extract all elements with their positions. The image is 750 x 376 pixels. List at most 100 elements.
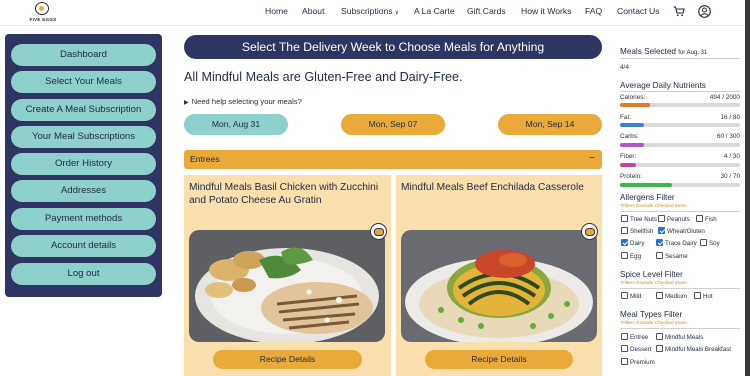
filter-checkbox-premium[interactable]: Premium [621, 358, 655, 366]
filter-checkbox-label: Hot [703, 293, 713, 300]
nutrient-progress-bar [620, 123, 740, 127]
nutrient-progress-fill [620, 103, 650, 107]
nav-home[interactable]: Home [265, 6, 288, 16]
week-button-aug-31[interactable]: Mon, Aug 31 [184, 114, 288, 135]
filter-checkbox-peanuts[interactable]: Peanuts [658, 215, 690, 223]
enchilada-casserole-image [401, 230, 597, 342]
filter-checkbox-hot[interactable]: Hot [694, 292, 713, 300]
checkbox[interactable] [621, 252, 628, 259]
sidebar-item-select-your-meals[interactable]: Select Your Meals [11, 71, 156, 93]
nav-about[interactable]: About [302, 6, 324, 16]
filter-checkbox-label: Entree [630, 334, 649, 341]
nutrient-progress-bar [620, 103, 740, 107]
filter-checkbox-soy[interactable]: Soy [700, 239, 720, 247]
filter-checkbox-label: Mild [630, 293, 642, 300]
filter-checkbox-tree-nuts[interactable]: Tree Nuts [621, 215, 657, 223]
nutrient-progress-fill [620, 143, 644, 147]
nutrient-progress-fill [620, 163, 636, 167]
filter-checkbox-label: Mindful Meals [665, 334, 704, 341]
sidebar-item-dashboard[interactable]: Dashboard [11, 44, 156, 66]
brand-logo-text: FIVE EGGS [29, 17, 57, 22]
divider [620, 288, 740, 289]
filter-checkbox-label: Wheat/Gluten [667, 228, 705, 235]
chicken-dish-image [189, 230, 385, 342]
checkbox[interactable] [694, 292, 701, 299]
checkbox[interactable] [658, 215, 665, 222]
checkbox[interactable] [621, 345, 628, 352]
cart-icon[interactable] [673, 6, 685, 17]
collapse-icon[interactable]: − [589, 153, 595, 164]
user-icon[interactable] [698, 5, 711, 18]
checkbox[interactable] [700, 239, 707, 246]
filter-checkbox-wheat-gluten[interactable]: Wheat/Gluten [658, 227, 705, 235]
checkbox[interactable] [621, 358, 628, 365]
filter-checkbox-label: Medium [665, 293, 688, 300]
filter-checkbox-shellfish[interactable]: Shellfish [621, 227, 653, 235]
meal-photo[interactable] [401, 230, 597, 342]
allergens-filter-heading: Allergens Filter [620, 193, 675, 202]
nav-subscriptions[interactable]: Subscriptions ∨ [341, 6, 399, 16]
nav-a-la-carte[interactable]: A La Carte [414, 6, 455, 16]
recipe-details-button[interactable]: Recipe Details [213, 350, 362, 369]
help-disclosure[interactable]: ▶ Need help selecting your meals? [184, 97, 302, 106]
nav-contact-us[interactable]: Contact Us [617, 6, 660, 16]
egg-logo-icon [35, 2, 49, 15]
checkbox[interactable] [621, 227, 628, 234]
brand-logo[interactable]: FIVE EGGS [28, 2, 56, 24]
checkbox[interactable] [621, 215, 628, 222]
help-disclosure-label: Need help selecting your meals? [191, 97, 302, 106]
meals-selected-heading: Meals Selected for Aug, 31 [620, 47, 707, 56]
entrees-section-header[interactable]: Entrees − [184, 150, 602, 169]
sidebar-item-order-history[interactable]: Order History [11, 153, 156, 175]
meal-title: Mindful Meals Beef Enchilada Casserole [401, 182, 584, 193]
filter-checkbox-fish[interactable]: Fish [696, 215, 717, 223]
sidebar-item-payment-methods[interactable]: Payment methods [11, 208, 156, 230]
checkbox[interactable] [696, 215, 703, 222]
allergens-filter-note: *Filters Exclude Checked Items [620, 204, 687, 209]
sidebar-item-create-subscription[interactable]: Create A Meal Subscription [11, 99, 156, 121]
filter-checkbox-trace-dairy[interactable]: Trace Dairy [656, 239, 697, 247]
filter-checkbox-medium[interactable]: Medium [656, 292, 687, 300]
checkbox[interactable] [656, 292, 663, 299]
top-navigation: FIVE EGGS Home About Subscriptions ∨ A La… [0, 0, 750, 26]
sidebar-item-addresses[interactable]: Addresses [11, 180, 156, 202]
filter-checkbox-mild[interactable]: Mild [621, 292, 641, 300]
sidebar-item-your-subscriptions[interactable]: Your Meal Subscriptions [11, 126, 156, 148]
meal-photo[interactable] [189, 230, 385, 342]
filter-checkbox-dairy[interactable]: Dairy [621, 239, 644, 247]
checkbox[interactable] [656, 239, 663, 246]
checkbox[interactable] [656, 252, 663, 259]
checkbox[interactable] [621, 239, 628, 246]
filter-checkbox-label: Egg [630, 253, 642, 260]
nav-gift-cards[interactable]: Gift Cards [467, 6, 506, 16]
week-button-sep-07[interactable]: Mon, Sep 07 [341, 114, 445, 135]
filter-checkbox-label: Mindful Meals Breakfast [665, 346, 732, 353]
delivery-week-banner: Select The Delivery Week to Choose Meals… [184, 35, 602, 59]
filter-checkbox-label: Fish [705, 216, 717, 223]
checkbox[interactable] [656, 345, 663, 352]
sidebar-item-log-out[interactable]: Log out [11, 263, 156, 285]
checkbox[interactable] [621, 333, 628, 340]
filter-checkbox-label: Dairy [630, 240, 645, 247]
nav-faq[interactable]: FAQ [585, 6, 602, 16]
nutrient-name: Calories: [620, 94, 646, 101]
filter-checkbox-dessert[interactable]: Dessert [621, 345, 651, 353]
checkbox[interactable] [658, 227, 665, 234]
sidebar-item-account-details[interactable]: Account details [11, 235, 156, 257]
checkbox[interactable] [621, 292, 628, 299]
filter-checkbox-mindful-meals[interactable]: Mindful Meals [656, 333, 703, 341]
nav-subscriptions-label: Subscriptions [341, 6, 393, 16]
chevron-down-icon: ∨ [394, 10, 399, 16]
nutrient-progress-bar [620, 183, 740, 187]
filter-checkbox-entree[interactable]: Entree [621, 333, 648, 341]
filter-checkbox-egg[interactable]: Egg [621, 252, 641, 260]
checkbox[interactable] [656, 333, 663, 340]
recipe-details-button[interactable]: Recipe Details [425, 350, 573, 369]
week-button-sep-14[interactable]: Mon, Sep 14 [498, 114, 602, 135]
filter-checkbox-mindful-meals-breakfast[interactable]: Mindful Meals Breakfast [656, 345, 731, 353]
page-headline: All Mindful Meals are Gluten-Free and Da… [184, 70, 463, 84]
nav-how-it-works[interactable]: How it Works [521, 6, 571, 16]
filter-checkbox-sesame[interactable]: Sesame [656, 252, 688, 260]
meals-selected-week: for Aug, 31 [678, 50, 708, 56]
divider [620, 211, 740, 212]
